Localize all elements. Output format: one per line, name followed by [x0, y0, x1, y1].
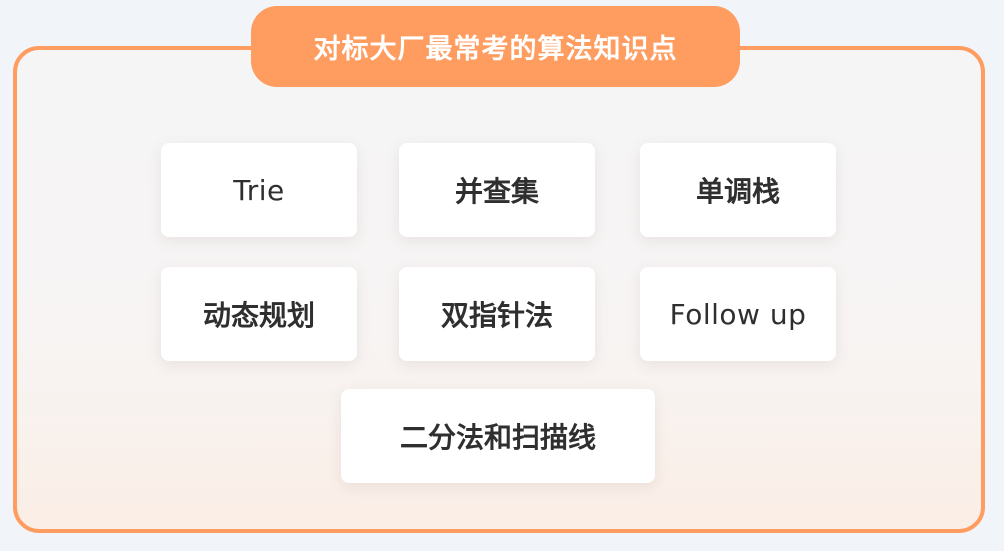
topic-label: 并查集	[454, 175, 539, 208]
topic-card-monotonic-stack[interactable]: 单调栈	[640, 143, 836, 237]
topic-card-two-pointers[interactable]: 双指针法	[399, 267, 595, 361]
topic-label: 单调栈	[695, 175, 780, 208]
topic-card-follow-up[interactable]: Follow up	[640, 267, 836, 361]
topic-label: 双指针法	[440, 299, 553, 332]
topic-card-binary-search-sweep-line[interactable]: 二分法和扫描线	[341, 389, 655, 483]
topic-card-union-find[interactable]: 并查集	[399, 143, 595, 237]
topic-card-dynamic-programming[interactable]: 动态规划	[161, 267, 357, 361]
panel-title: 对标大厂最常考的算法知识点	[251, 6, 740, 87]
topics-panel: 对标大厂最常考的算法知识点 Trie 并查集 单调栈 动态规划 双指针法 Fol…	[0, 0, 1004, 551]
panel-title-text: 对标大厂最常考的算法知识点	[313, 34, 678, 65]
topic-card-trie[interactable]: Trie	[161, 143, 357, 237]
topic-label: Trie	[233, 173, 285, 207]
topic-label: Follow up	[669, 297, 807, 331]
topic-label: 动态规划	[202, 299, 315, 332]
topic-label: 二分法和扫描线	[399, 421, 596, 454]
